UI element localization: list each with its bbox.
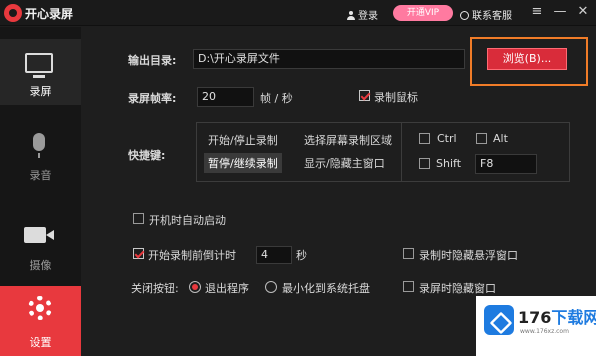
fps-input[interactable]: 20 (197, 87, 254, 107)
autostart-checkbox[interactable] (133, 213, 144, 224)
title-bar: 开心录屏 登录 开通VIP 联系客服 ≡ — ✕ (0, 0, 596, 26)
close-exit-label: 退出程序 (205, 282, 249, 295)
browse-button[interactable]: 浏览(B)... (487, 48, 567, 70)
countdown-checkbox[interactable] (133, 248, 144, 259)
contact-service-link[interactable]: 联系客服 (460, 7, 512, 22)
mic-icon (33, 133, 45, 158)
sidebar: 录屏 录音 摄像 设置 (0, 27, 81, 356)
gear-icon (28, 296, 52, 320)
shift-label: Shift (436, 157, 462, 170)
ctrl-label: Ctrl (437, 132, 457, 145)
hotkey-option-pause-resume[interactable]: 暂停/继续录制 (204, 153, 282, 173)
watermark-label: 下载网 (551, 308, 596, 327)
record-mouse-label: 录制鼠标 (374, 91, 418, 104)
login-label: 登录 (358, 11, 378, 22)
sidebar-item-label: 设置 (29, 336, 52, 349)
record-mouse-checkbox[interactable] (359, 90, 370, 101)
app-title: 开心录屏 (25, 7, 74, 21)
alt-label: Alt (493, 132, 508, 145)
menu-icon[interactable]: ≡ (528, 3, 546, 21)
watermark-url: www.176xz.com (520, 328, 569, 335)
app-logo-icon (4, 4, 22, 22)
login-link[interactable]: 登录 (347, 7, 378, 22)
hotkey-key-field[interactable]: F8 (475, 154, 537, 174)
sidebar-item-camera[interactable]: 摄像 (0, 213, 81, 279)
sidebar-item-label: 录屏 (29, 85, 52, 98)
camera-icon (24, 227, 54, 243)
close-tray-radio[interactable] (265, 281, 277, 293)
hide-main-label: 录屏时隐藏窗口 (419, 282, 496, 295)
hotkey-label: 快捷键: (128, 149, 166, 162)
fps-unit: 帧 / 秒 (260, 92, 293, 105)
hide-float-checkbox[interactable] (403, 248, 414, 259)
watermark-logo-icon (484, 305, 514, 335)
sidebar-item-record-screen[interactable]: 录屏 (0, 39, 81, 105)
sidebar-item-record-audio[interactable]: 录音 (0, 123, 81, 189)
output-dir-field[interactable]: D:\开心录屏文件 (193, 49, 465, 69)
countdown-label: 开始录制前倒计时 (148, 249, 236, 262)
user-icon (347, 11, 355, 20)
sidebar-item-label: 录音 (29, 169, 52, 182)
headset-icon (460, 11, 469, 20)
close-button-label: 关闭按钮: (131, 282, 179, 295)
minimize-button[interactable]: — (551, 3, 569, 21)
watermark-text: 176下载网 (518, 304, 596, 328)
vip-button[interactable]: 开通VIP (393, 5, 453, 21)
watermark-number: 176 (518, 308, 552, 327)
fps-label: 录屏帧率: (128, 92, 177, 105)
alt-checkbox[interactable] (476, 133, 487, 144)
shift-checkbox[interactable] (419, 158, 430, 169)
sidebar-item-label: 摄像 (29, 259, 52, 272)
monitor-icon (25, 53, 53, 78)
hotkey-option-select-area[interactable]: 选择屏幕录制区域 (300, 130, 396, 150)
hotkey-option-show-hide[interactable]: 显示/隐藏主窗口 (300, 153, 389, 173)
countdown-input[interactable]: 4 (256, 246, 292, 264)
hotkey-option-start-stop[interactable]: 开始/停止录制 (204, 130, 282, 150)
countdown-unit: 秒 (296, 249, 307, 262)
hide-float-label: 录制时隐藏悬浮窗口 (419, 249, 518, 262)
ctrl-checkbox[interactable] (419, 133, 430, 144)
autostart-label: 开机时自动启动 (149, 214, 226, 227)
close-tray-label: 最小化到系统托盘 (282, 282, 370, 295)
sidebar-item-settings[interactable]: 设置 (0, 286, 81, 356)
close-exit-radio[interactable] (189, 281, 201, 293)
close-button[interactable]: ✕ (574, 3, 592, 21)
output-dir-label: 输出目录: (128, 54, 177, 67)
site-watermark: 176下载网 www.176xz.com (476, 296, 596, 356)
service-label: 联系客服 (472, 11, 512, 22)
hide-main-checkbox[interactable] (403, 281, 414, 292)
